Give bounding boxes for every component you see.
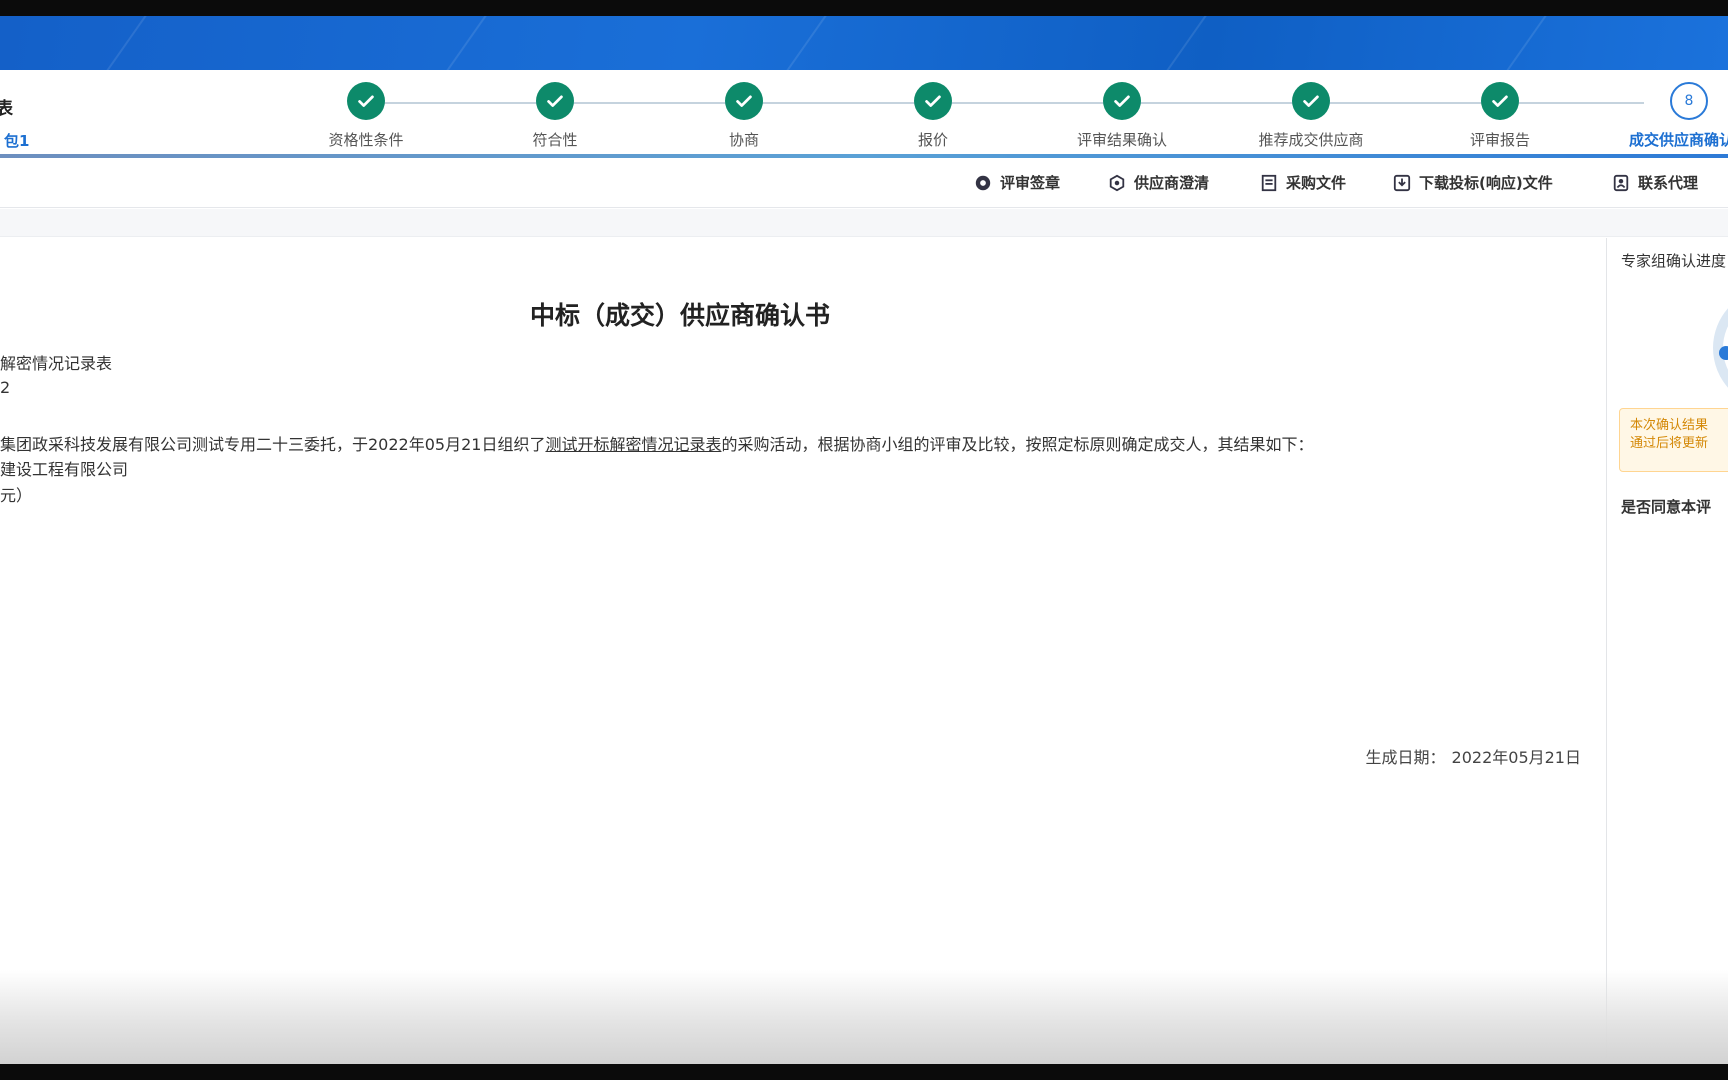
agree-question: 是否同意本评 [1621,498,1712,516]
step-label: 评审结果确认 [1076,131,1167,149]
project-name-line: 解密情况记录表 [0,354,113,373]
review-seal-button[interactable]: 评审签章 [974,172,1060,193]
document-icon [1261,174,1277,191]
check-icon [536,82,574,120]
step-review-report[interactable]: 评审报告 [1405,82,1595,150]
download-bid-file-button[interactable]: 下载投标(响应)文件 [1393,172,1553,193]
procurement-docs-button[interactable]: 采购文件 [1260,172,1346,193]
step-result-confirm[interactable]: 评审结果确认 [1027,82,1217,150]
step-label: 资格性条件 [328,131,404,149]
check-icon [914,82,952,120]
notice-box: 本次确认结果 通过后将更新 [1619,408,1728,472]
check-icon [347,82,385,120]
expert-confirm-panel: 专家组确认进度 本次确认结果 通过后将更新 是否同意本评 [1607,238,1728,1064]
contact-agent-button[interactable]: 联系代理 [1612,172,1698,193]
document-body: 集团政采科技发展有限公司测试专用二十三委托，于2022年05月21日组织了测试开… [0,431,1313,455]
step-qualification[interactable]: 资格性条件 [271,82,461,150]
project-title: 表 [0,99,13,119]
evaluation-stepper: 资格性条件 符合性 协商 报价 评审结果确认 推荐成交供应商 评审报告 8 成交 [300,82,1728,152]
document-title: 中标（成交）供应商确认书 [529,301,830,330]
app-main: 表 包1 资格性条件 符合性 协商 报价 评审结果确认 推荐成交供应商 评审报告… [0,70,1728,1064]
step-conformity[interactable]: 符合性 [460,82,650,150]
clarify-icon [1109,174,1125,191]
sub-toolbar [0,209,1728,237]
button-label: 采购文件 [1286,174,1347,192]
progress-fill [0,154,1728,158]
amount-line: 元） [0,486,33,505]
date-label: 生成日期： [1365,748,1446,767]
step-negotiation[interactable]: 协商 [649,82,839,150]
progress-dot [1719,346,1728,360]
button-label: 下载投标(响应)文件 [1419,174,1553,192]
action-toolbar: 评审签章 供应商澄清 采购文件 下载投标(响应)文件 联系代理 [0,160,1728,208]
panel-title: 专家组确认进度 [1621,252,1727,270]
winner-line: 建设工程有限公司 [0,460,129,479]
download-icon [1393,174,1411,191]
package-link[interactable]: 包1 [4,130,29,151]
step-label: 符合性 [532,131,578,149]
check-icon [1103,82,1141,120]
supplier-clarify-button[interactable]: 供应商澄清 [1108,172,1209,193]
project-link[interactable]: 测试开标解密情况记录表 [545,435,721,454]
step-label: 报价 [917,131,948,149]
top-letterbox [0,0,1728,16]
body-prefix: 集团政采科技发展有限公司测试专用二十三委托，于2022年05月21日组织了 [0,435,546,454]
button-label: 评审签章 [1000,174,1061,192]
bottom-letterbox [0,1064,1728,1080]
seal-icon [975,175,991,190]
check-icon [725,82,763,120]
step-label: 推荐成交供应商 [1258,131,1364,149]
check-icon [1481,82,1519,120]
notice-line: 本次确认结果 [1630,418,1709,433]
step-supplier-confirmation[interactable]: 8 成交供应商确认书 [1594,82,1728,150]
body-suffix: 的采购活动，根据协商小组的评审及比较，按照定标原则确定成交人，其结果如下： [721,435,1314,454]
check-icon [1292,82,1330,120]
generated-date: 生成日期： 2022年05月21日 [1366,744,1581,768]
step-recommend-supplier[interactable]: 推荐成交供应商 [1216,82,1406,150]
project-code-line: 2 [0,378,11,397]
header-banner [0,16,1728,70]
step-number: 8 [1670,82,1708,120]
step-label: 评审报告 [1469,131,1530,149]
date-value: 2022年05月21日 [1451,748,1581,767]
button-label: 联系代理 [1638,174,1699,192]
confirmation-document: 中标（成交）供应商确认书 解密情况记录表 2 集团政采科技发展有限公司测试专用二… [0,238,1605,1064]
contact-icon [1613,174,1629,191]
step-label: 协商 [728,131,759,149]
step-label: 成交供应商确认书 [1628,131,1728,149]
button-label: 供应商澄清 [1134,174,1210,192]
notice-line: 通过后将更新 [1630,436,1709,451]
step-quotation[interactable]: 报价 [838,82,1028,150]
